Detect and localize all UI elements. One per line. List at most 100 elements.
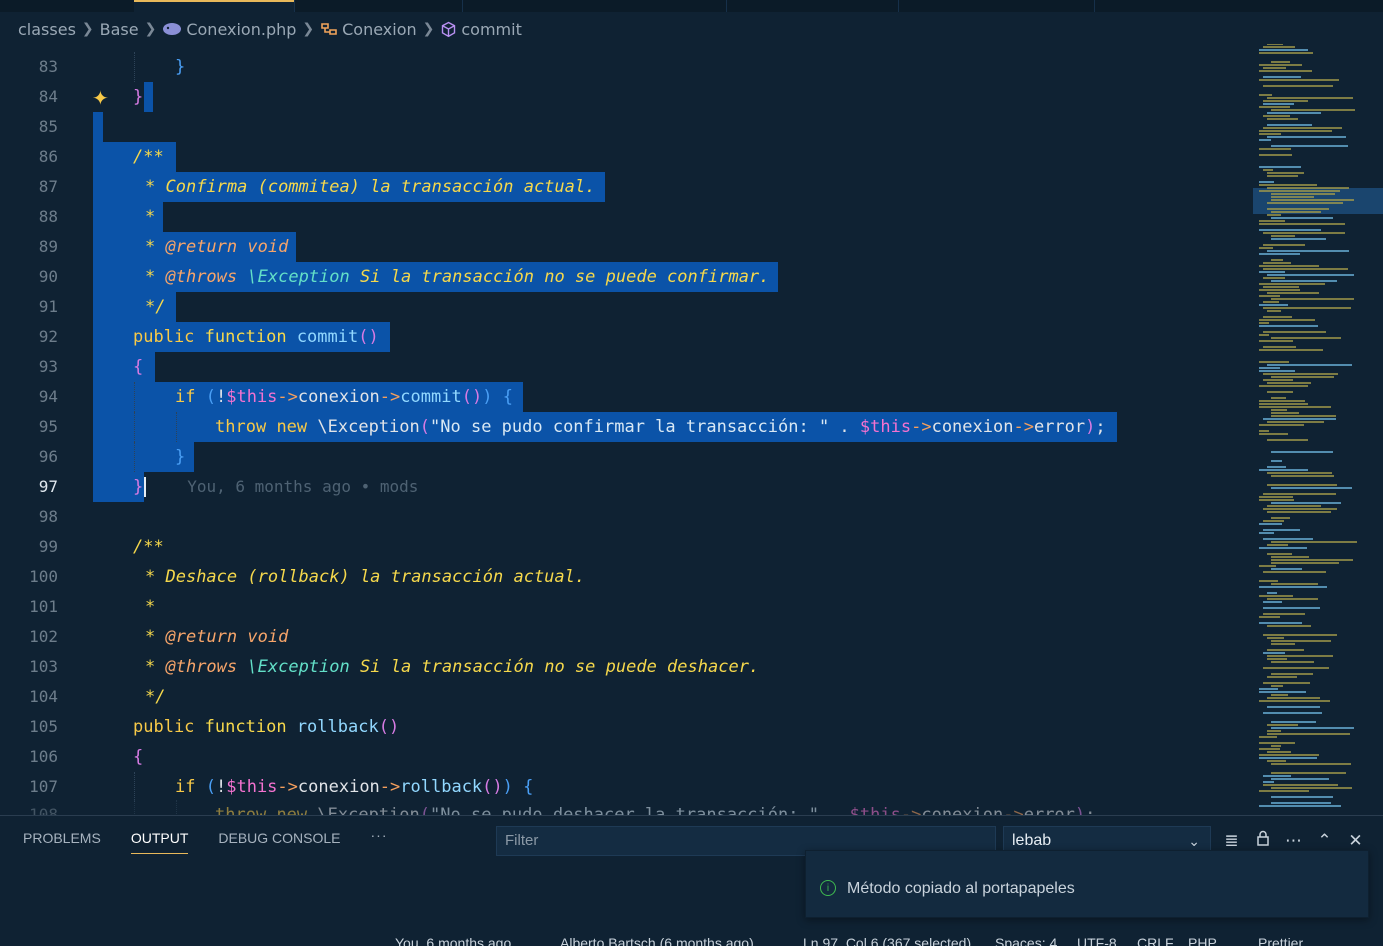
status-indentation[interactable]: Spaces: 4 — [995, 933, 1057, 946]
code-line: 107 if (!$this->conexion->rollback()) { — [0, 772, 1250, 802]
code-text: * @throws \Exception Si la transacción n… — [145, 657, 760, 677]
status-blame[interactable]: You, 6 months ago — [395, 933, 511, 946]
minimap-line — [1259, 94, 1272, 96]
breadcrumb-item-classes[interactable]: classes — [18, 20, 76, 39]
code-line: 89 * @return void — [0, 232, 1250, 262]
minimap-line — [1259, 433, 1288, 435]
editor-tab[interactable] — [462, 0, 727, 12]
minimap-line — [1263, 508, 1337, 510]
status-cursor-position[interactable]: Ln 97, Col 6 (367 selected) — [803, 933, 971, 946]
line-number: 91 — [38, 297, 58, 316]
minimap-line — [1259, 586, 1327, 588]
minimap-line — [1259, 271, 1285, 273]
breadcrumb-item-base[interactable]: Base — [100, 20, 139, 39]
breadcrumb-item-method[interactable]: commit — [440, 20, 522, 39]
tab-debug-console[interactable]: DEBUG CONSOLE — [218, 830, 340, 846]
minimap-line — [1259, 130, 1332, 132]
minimap-line — [1271, 196, 1314, 198]
code-editor[interactable]: 83 } 84 ✦ } 85 86 /** 87 * Confirma (com… — [0, 44, 1250, 815]
minimap-line — [1267, 382, 1311, 384]
status-bar: You, 6 months ago Alberto Bartsch (6 mon… — [0, 933, 1383, 946]
minimap-line — [1259, 295, 1280, 297]
minimap-line — [1271, 412, 1299, 414]
code-line: 100 * Deshace (rollback) la transacción … — [0, 562, 1250, 592]
minimap-line — [1259, 622, 1302, 624]
minimap-line — [1259, 616, 1280, 618]
minimap-line — [1271, 796, 1333, 798]
minimap-line — [1267, 136, 1346, 138]
notification-toast[interactable]: i Método copiado al portapapeles — [805, 850, 1369, 918]
minimap-line — [1259, 805, 1341, 807]
tab-problems[interactable]: PROBLEMS — [23, 830, 101, 846]
minimap-line — [1259, 325, 1318, 327]
panel-tabs: PROBLEMS OUTPUT DEBUG CONSOLE ··· — [23, 827, 388, 854]
tab-output[interactable]: OUTPUT — [130, 830, 188, 854]
minimap-line — [1263, 634, 1337, 636]
breadcrumb-item-file[interactable]: Conexion.php — [162, 20, 296, 39]
minimap-line — [1259, 688, 1278, 690]
minimap-line — [1271, 217, 1333, 219]
minimap-line — [1267, 214, 1281, 216]
minimap-line — [1267, 364, 1352, 366]
minimap-line — [1263, 262, 1291, 264]
minimap-line — [1271, 802, 1331, 804]
minimap-line — [1271, 541, 1357, 543]
minimap-line — [1259, 289, 1300, 291]
minimap-line — [1271, 235, 1295, 237]
minimap-line — [1271, 694, 1288, 696]
minimap-line — [1263, 76, 1301, 78]
sparkle-icon[interactable]: ✦ — [92, 86, 109, 110]
editor-tab-active[interactable] — [134, 0, 295, 12]
minimap-line — [1267, 730, 1281, 732]
line-number: 83 — [38, 57, 58, 76]
editor-tab[interactable] — [726, 0, 899, 12]
code-text: * @throws \Exception Si la transacción n… — [145, 267, 770, 287]
code-line: 88 * — [0, 202, 1250, 232]
minimap-line — [1259, 790, 1309, 792]
status-formatter[interactable]: Prettier — [1258, 933, 1303, 946]
minimap-line — [1271, 475, 1334, 477]
code-line: 101 * — [0, 592, 1250, 622]
minimap-line — [1263, 667, 1329, 669]
minimap-line — [1271, 763, 1351, 765]
breadcrumb-item-class[interactable]: Conexion — [320, 20, 417, 39]
minimap-line — [1259, 736, 1277, 738]
status-encoding[interactable]: UTF-8 — [1077, 933, 1117, 946]
minimap-line — [1263, 232, 1345, 234]
line-number: 107 — [29, 777, 58, 796]
minimap-line — [1259, 424, 1304, 426]
minimap-line — [1259, 385, 1308, 387]
minimap-line — [1259, 469, 1308, 471]
minimap-line — [1267, 391, 1293, 393]
php-elephant-icon — [163, 23, 182, 35]
editor-tab[interactable] — [294, 0, 463, 12]
status-language[interactable]: PHP — [1188, 933, 1217, 946]
minimap-line — [1271, 193, 1335, 195]
minimap-line — [1263, 418, 1336, 420]
line-number: 85 — [38, 117, 58, 136]
code-line: 83 } — [0, 52, 1250, 82]
minimap[interactable] — [1253, 40, 1383, 815]
minimap-line — [1267, 511, 1331, 513]
minimap-line — [1267, 637, 1284, 639]
minimap-line — [1263, 331, 1326, 333]
line-number: 98 — [38, 507, 58, 526]
minimap-line — [1259, 334, 1269, 336]
minimap-line — [1267, 274, 1354, 276]
code-text: throw new \Exception("No se pudo confirm… — [215, 417, 1106, 437]
minimap-line — [1267, 124, 1312, 126]
more-tabs-button[interactable]: ··· — [371, 827, 388, 846]
minimap-line — [1271, 643, 1295, 645]
minimap-line — [1271, 661, 1314, 663]
minimap-line — [1271, 673, 1313, 675]
minimap-line — [1259, 253, 1300, 255]
line-number: 99 — [38, 537, 58, 556]
minimap-line — [1267, 484, 1337, 486]
status-eol[interactable]: CRLF — [1137, 933, 1174, 946]
minimap-line — [1271, 583, 1318, 585]
code-line: 93 { — [0, 352, 1250, 382]
editor-tab[interactable] — [898, 0, 1095, 12]
minimap-line — [1271, 568, 1302, 570]
status-author[interactable]: Alberto Bartsch (6 months ago) — [560, 933, 754, 946]
line-number: 96 — [38, 447, 58, 466]
